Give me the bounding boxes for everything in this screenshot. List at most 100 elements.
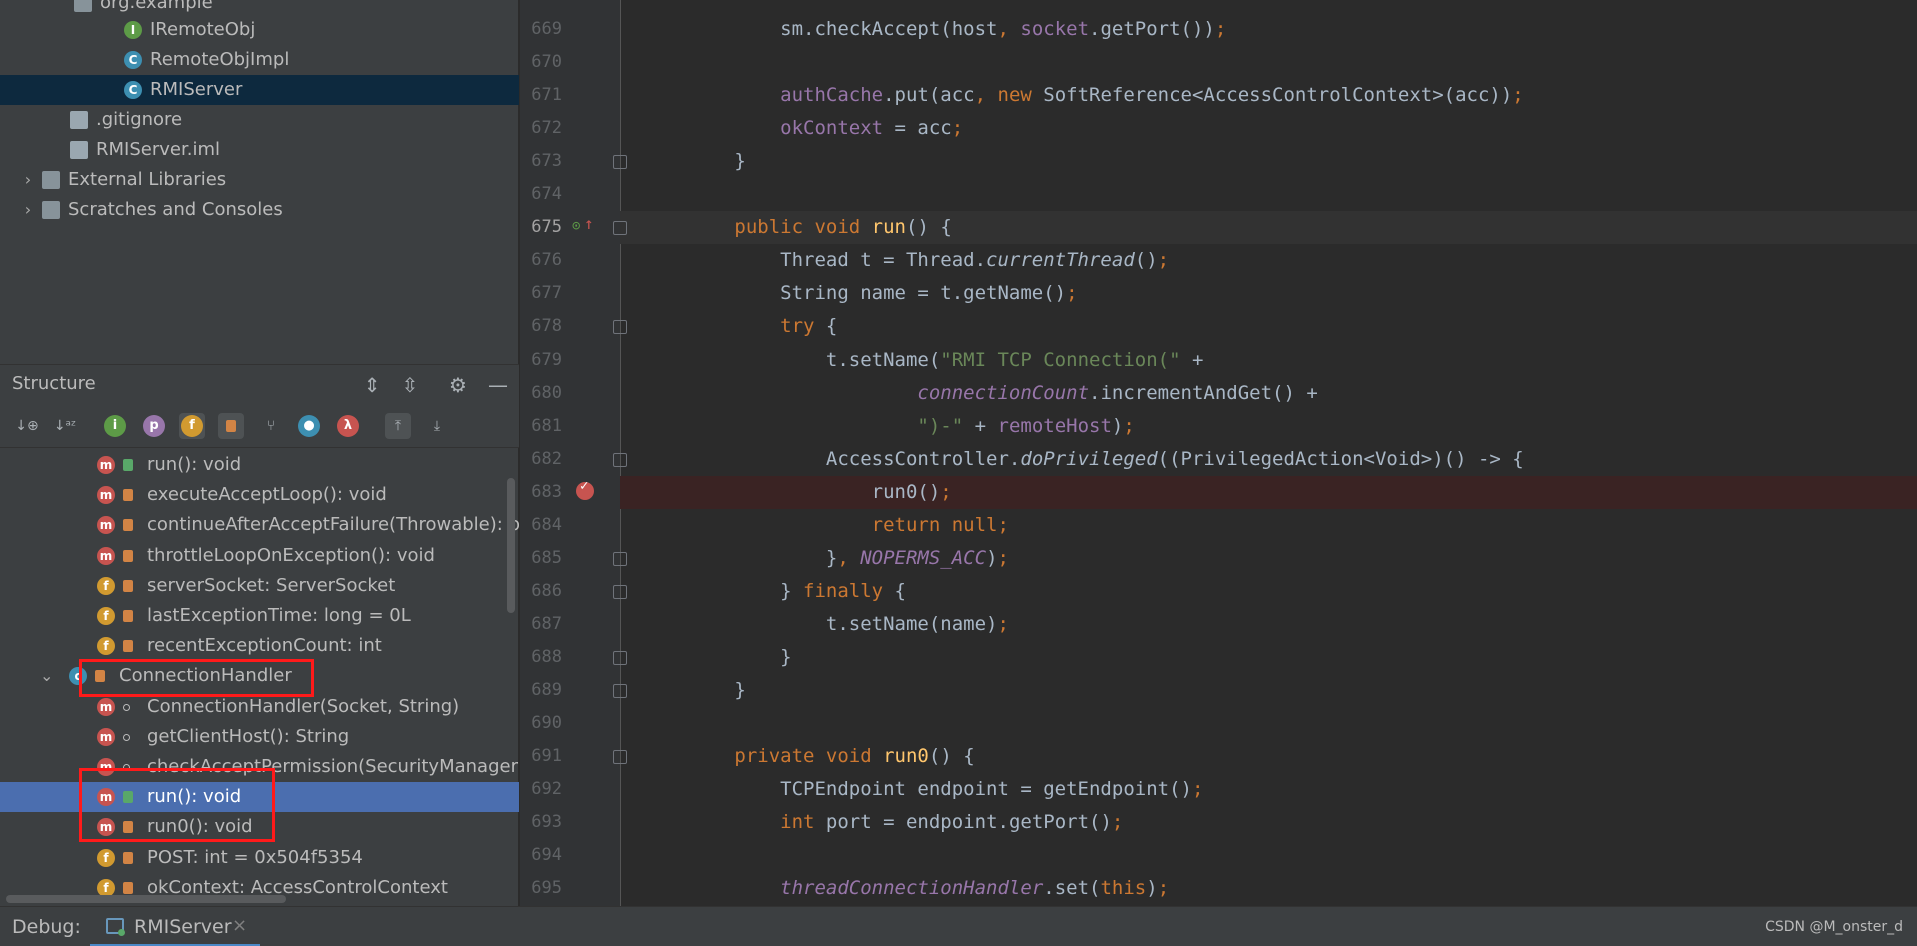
sort-alphabetically-icon[interactable]: ↓ᵃᶻ (52, 413, 78, 439)
project-tree: ⌄org.exampleIIRemoteObjCRemoteObjImplCRM… (0, 0, 519, 362)
close-icon[interactable]: × (232, 915, 247, 936)
project-tree-item[interactable]: I IRemoteObj (0, 15, 519, 45)
line-number: 691 (531, 746, 562, 767)
code-line[interactable]: authCache.put(acc, new SoftReference<Acc… (620, 79, 1917, 112)
code-line[interactable]: t.setName(name); (620, 608, 1917, 641)
fold-marker-icon[interactable] (613, 584, 627, 599)
code-line[interactable]: t.setName("RMI TCP Connection(" + (620, 344, 1917, 377)
code-line[interactable]: ")-" + remoteHost); (620, 410, 1917, 443)
project-tree-label: .gitignore (96, 109, 183, 130)
project-tree-item[interactable]: RMIServer.iml (0, 135, 519, 165)
code-line[interactable]: okContext = acc; (620, 112, 1917, 145)
debug-label: Debug: (12, 916, 81, 938)
fold-marker-icon[interactable] (613, 155, 627, 170)
structure-item[interactable]: m throttleLoopOnException(): void (0, 541, 519, 571)
line-number: 675 (531, 217, 562, 238)
code-line[interactable]: try { (620, 310, 1917, 343)
fold-marker-icon[interactable] (613, 684, 627, 698)
show-anonymous-icon[interactable]: ⑂ (258, 413, 284, 439)
code-editor[interactable]: 669 670 671 672 673 674 675 676 677 678 679 680 681 6… (520, 0, 1917, 906)
line-number: 690 (531, 713, 562, 734)
line-number: 680 (531, 382, 562, 403)
code-line[interactable]: sm.checkAccept(host, socket.getPort()); (620, 13, 1917, 46)
gear-icon[interactable]: ⚙ (446, 373, 470, 397)
code-line[interactable]: public void run() { (620, 211, 1917, 245)
debug-tab-label: RMIServer (134, 916, 232, 938)
chevron-down-icon[interactable]: ⌄ (40, 661, 53, 691)
code-line[interactable]: AccessController.doPrivileged((Privilege… (620, 443, 1917, 476)
debug-tab-rmiserver[interactable]: RMIServer × (90, 907, 260, 946)
line-number: 678 (531, 316, 562, 337)
code-line[interactable]: TCPEndpoint endpoint = getEndpoint(); (620, 773, 1917, 806)
structure-horizontal-scrollbar[interactable] (6, 895, 286, 903)
fold-marker-icon[interactable] (613, 650, 627, 665)
chevron-right-icon[interactable]: › (20, 165, 36, 195)
public-unlock-icon (123, 459, 133, 471)
structure-item[interactable]: m run(): void (0, 450, 519, 480)
project-tree-item[interactable]: C RMIServer (0, 75, 519, 105)
code-line[interactable]: String name = t.getName(); (620, 277, 1917, 310)
autoscroll-from-source-icon[interactable]: ⤓ (424, 413, 450, 439)
code-line[interactable] (620, 46, 1917, 79)
fold-marker-icon[interactable] (613, 551, 627, 566)
override-arrow-icon[interactable]: ↑ (584, 214, 594, 233)
code-line[interactable]: run0(); (620, 475, 1917, 509)
code-line[interactable]: }, NOPERMS_ACC); (620, 542, 1917, 575)
show-properties-icon[interactable]: p (143, 415, 165, 437)
show-lambdas-icon[interactable]: λ (337, 415, 359, 437)
structure-item[interactable]: f lastExceptionTime: long = 0L (0, 601, 519, 631)
code-line[interactable]: } (620, 674, 1917, 707)
code-line[interactable]: } (620, 145, 1917, 178)
show-lambdas-circle-icon[interactable]: ● (298, 415, 320, 437)
fold-marker-icon[interactable] (613, 221, 627, 236)
implements-method-icon[interactable]: ⊙ (572, 218, 580, 234)
private-lock-icon (123, 610, 133, 622)
project-tree-label: RMIServer (150, 79, 243, 100)
code-line[interactable]: private void run0() { (620, 740, 1917, 773)
code-line[interactable]: } (620, 641, 1917, 674)
class-icon: C (124, 51, 142, 69)
code-line[interactable] (620, 178, 1917, 211)
code-line[interactable] (620, 839, 1917, 872)
code-line[interactable]: connectionCount.incrementAndGet() + (620, 377, 1917, 410)
show-fields-button[interactable]: f (179, 413, 205, 439)
code-line[interactable]: } finally { (620, 575, 1917, 608)
fold-marker-icon[interactable] (613, 452, 627, 467)
fold-marker-icon[interactable] (613, 750, 627, 765)
code-line[interactable] (620, 707, 1917, 740)
sort-by-visibility-icon[interactable]: ↓⊕ (14, 413, 40, 439)
project-tree-item[interactable]: › Scratches and Consoles (0, 195, 519, 225)
class-main-icon: C (124, 81, 142, 99)
debug-tool-bar: Debug: RMIServer × CSDN @M_onster_d (0, 906, 1917, 946)
field-icon: f (97, 637, 115, 656)
show-non-public-button[interactable] (218, 413, 244, 439)
structure-item[interactable]: f recentExceptionCount: int (0, 631, 519, 661)
code-line[interactable]: threadConnectionHandler.set(this); (620, 872, 1917, 905)
minimize-icon[interactable]: — (486, 373, 510, 397)
code-line[interactable]: return null; (620, 509, 1917, 542)
line-number: 669 (531, 19, 562, 39)
project-tree-item[interactable]: .gitignore (0, 105, 519, 135)
project-tree-item[interactable]: › External Libraries (0, 165, 519, 195)
line-number: 679 (531, 349, 562, 370)
structure-item[interactable]: m executeAcceptLoop(): void (0, 480, 519, 510)
collapse-all-icon[interactable]: ⇳ (398, 373, 422, 397)
code-line[interactable]: int port = endpoint.getPort(); (620, 806, 1917, 839)
chevron-right-icon[interactable]: › (20, 195, 36, 225)
structure-vertical-scrollbar[interactable] (507, 478, 515, 613)
structure-item[interactable]: f serverSocket: ServerSocket (0, 571, 519, 601)
line-number: 687 (531, 613, 562, 634)
structure-item[interactable]: m continueAfterAcceptFailure(Throwable): … (0, 510, 519, 540)
structure-item[interactable]: m getClientHost(): String (0, 722, 519, 752)
lock-icon (226, 420, 236, 432)
project-tree-item[interactable]: C RemoteObjImpl (0, 45, 519, 75)
show-inherited-icon[interactable]: i (104, 415, 126, 437)
autoscroll-to-source-icon[interactable]: ⤒ (385, 413, 411, 439)
structure-item-label: recentExceptionCount: int (147, 635, 382, 657)
structure-toolbar: ↓⊕ ↓ᵃᶻ i p f ⑂ ● λ ⤒ ⤓ (0, 404, 519, 448)
expand-all-icon[interactable]: ⇕ (360, 373, 384, 397)
code-line[interactable]: Thread t = Thread.currentThread(); (620, 244, 1917, 277)
structure-item[interactable]: f POST: int = 0x504f5354 (0, 843, 519, 873)
package-private-icon (123, 703, 130, 711)
fold-marker-icon[interactable] (613, 320, 627, 335)
